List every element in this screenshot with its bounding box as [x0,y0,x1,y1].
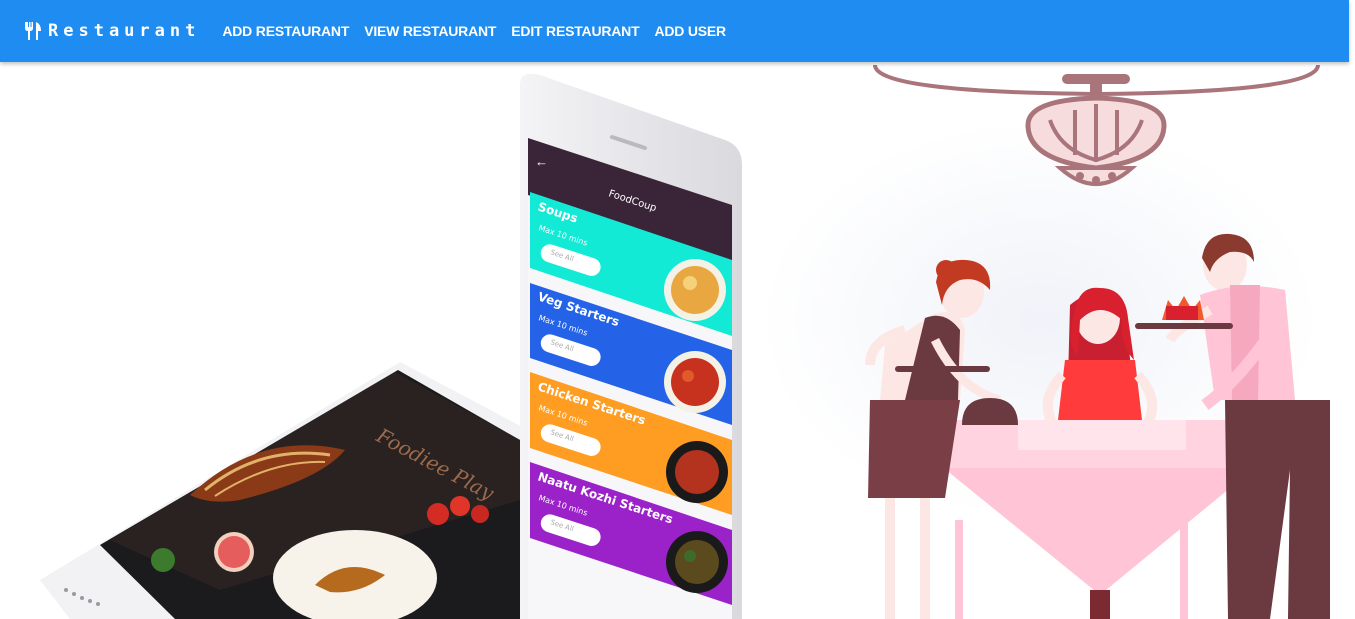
scrollbar[interactable] [1349,0,1355,619]
hero-banner: Foodiee Play ← FoodCoup Soups Max 10 min… [0,62,1349,619]
nav-add-restaurant[interactable]: ADD RESTAURANT [222,23,349,39]
nav-view-restaurant[interactable]: VIEW RESTAURANT [364,23,496,39]
back-arrow-icon[interactable]: ← [535,154,548,169]
hero-illustration: Foodiee Play ← FoodCoup Soups Max 10 min… [40,64,1330,619]
brand[interactable]: Restaurant [24,21,200,41]
tablet-device: Foodiee Play [40,362,528,619]
main-nav: ADD RESTAURANT VIEW RESTAURANT EDIT REST… [222,23,741,39]
nav-edit-restaurant[interactable]: EDIT RESTAURANT [511,23,639,39]
brand-name: Restaurant [48,21,201,41]
cutlery-icon [25,22,41,40]
navbar: Restaurant ADD RESTAURANT VIEW RESTAURAN… [0,0,1349,62]
nav-add-user[interactable]: ADD USER [654,23,726,39]
